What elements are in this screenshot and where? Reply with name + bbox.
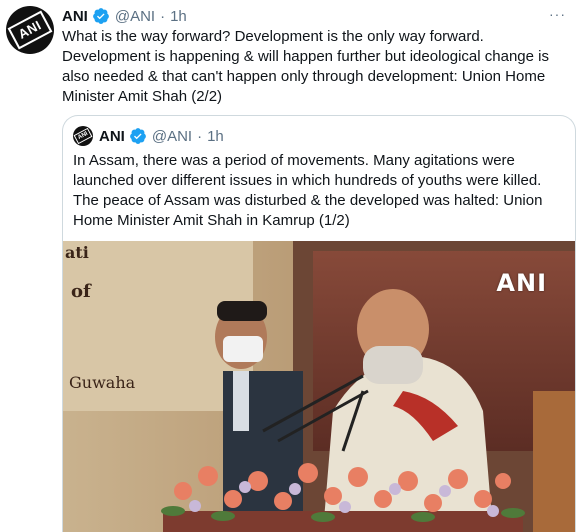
quoted-timestamp: 1h — [207, 127, 224, 145]
quoted-avatar: ANI — [73, 126, 93, 146]
avatar[interactable]: ANI — [6, 6, 54, 54]
separator-dot: · — [197, 127, 203, 145]
backdrop-text: ati — [65, 243, 89, 262]
quoted-tweet-header: ANI ANI @ANI · 1h — [73, 125, 224, 147]
quoted-handle: @ANI — [151, 127, 193, 145]
backdrop-text: of — [71, 281, 91, 302]
verified-badge-icon — [92, 8, 109, 24]
ani-logo-small: ANI — [73, 127, 93, 145]
quoted-tweet-text: In Assam, there was a period of movement… — [73, 152, 543, 229]
video-frame[interactable]: ati of Guwaha ANI — [63, 241, 575, 532]
more-options-icon[interactable]: ··· — [549, 6, 566, 22]
separator-dot: · — [160, 7, 166, 25]
tweet-text: What is the way forward? Development is … — [62, 28, 549, 105]
tweet-header: ANI @ANI · 1h — [62, 4, 560, 28]
verified-badge-icon — [129, 128, 146, 144]
handle[interactable]: @ANI — [115, 8, 155, 25]
tweet[interactable]: ANI ANI @ANI · 1h ··· What is the way fo… — [0, 0, 580, 532]
timestamp[interactable]: 1h — [170, 8, 187, 25]
quoted-display-name: ANI — [99, 127, 125, 145]
backdrop-text: Guwaha — [69, 373, 136, 392]
display-name[interactable]: ANI — [62, 8, 88, 25]
quoted-tweet[interactable]: ANI ANI @ANI · 1h In Assam, there was a … — [62, 115, 576, 532]
ani-logo: ANI — [7, 10, 53, 50]
ani-watermark: ANI — [496, 269, 547, 297]
